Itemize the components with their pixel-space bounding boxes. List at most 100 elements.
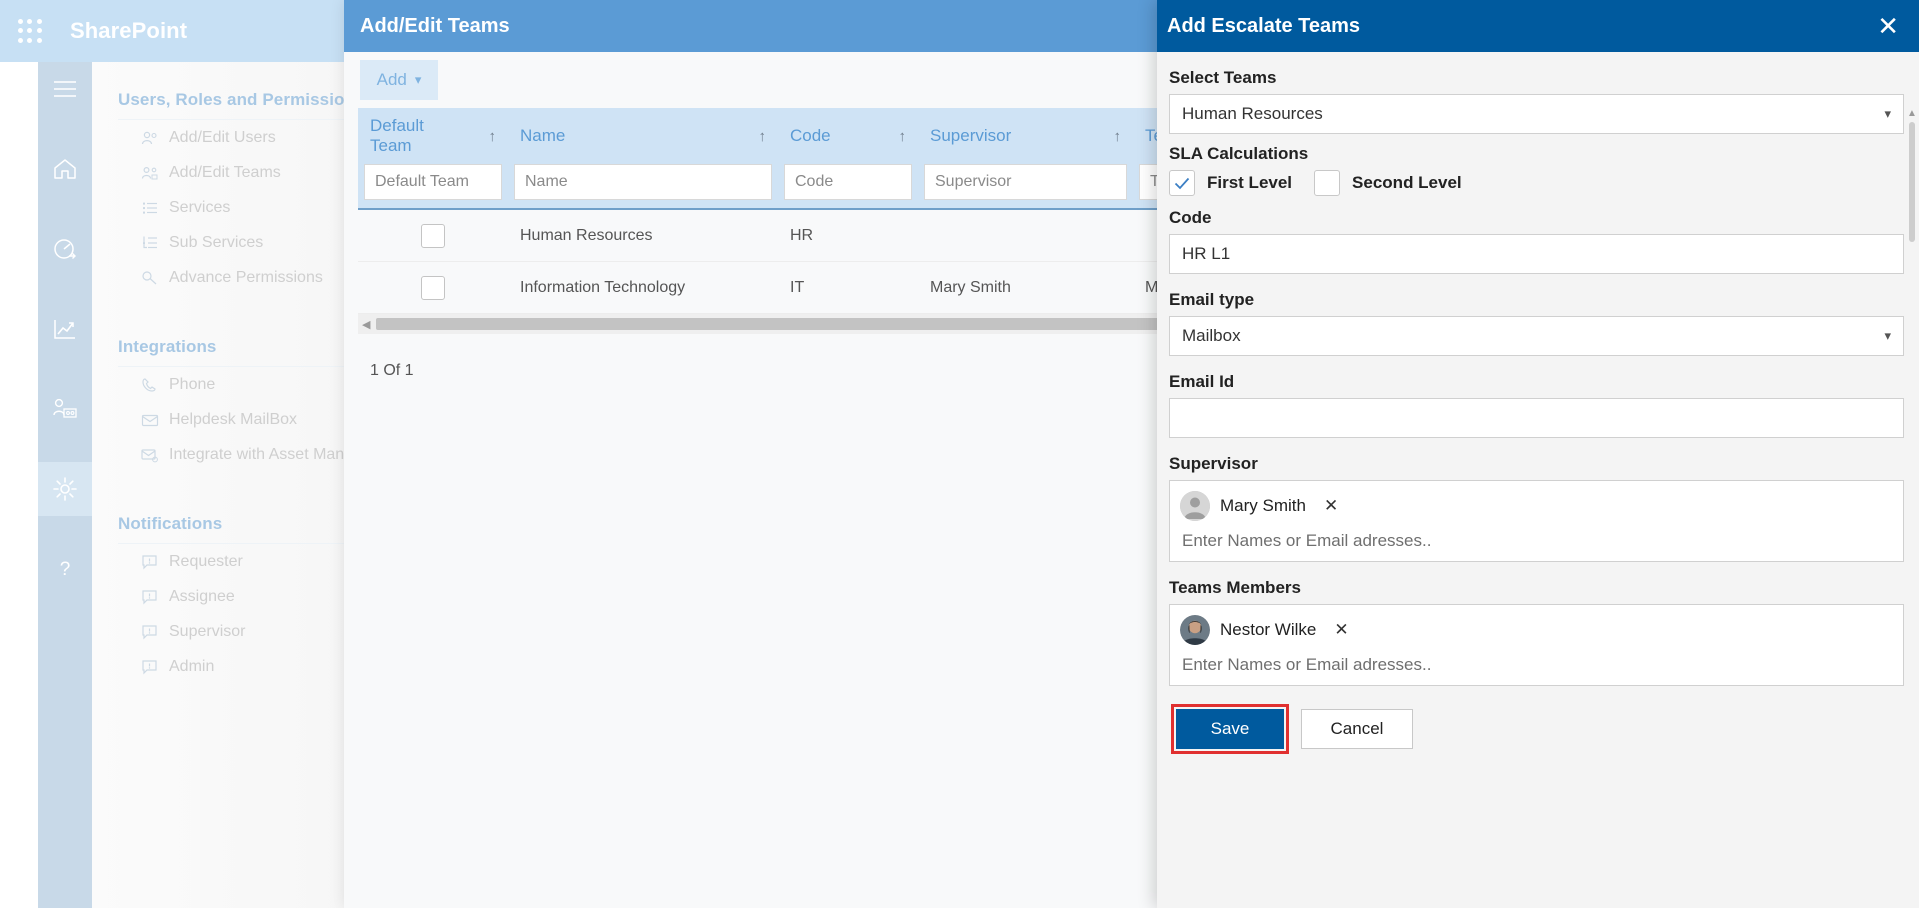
filter-input-name[interactable]	[514, 164, 772, 200]
alert-bubble-icon	[140, 552, 159, 571]
home-icon[interactable]	[38, 142, 92, 196]
hamburger-menu-icon[interactable]	[38, 62, 92, 116]
column-header-code[interactable]: Code ↑	[778, 108, 918, 164]
second-level-label: Second Level	[1352, 173, 1462, 192]
alert-bubble-icon	[140, 622, 159, 641]
list-icon	[140, 198, 159, 217]
phone-icon	[140, 375, 159, 394]
team-member-chip-name: Nestor Wilke	[1220, 620, 1317, 639]
nav-item-label: Supervisor	[169, 622, 246, 640]
second-level-checkbox[interactable]	[1314, 170, 1341, 196]
panel-vertical-scrollbar[interactable]: ▲	[1907, 108, 1917, 908]
column-header-supervisor[interactable]: Supervisor ↑	[918, 108, 1133, 164]
scroll-thumb[interactable]	[1909, 122, 1915, 242]
scroll-up-icon[interactable]: ▲	[1907, 108, 1917, 119]
row-checkbox[interactable]	[421, 223, 445, 248]
rail-spacer-1	[38, 116, 92, 142]
column-label: Supervisor	[930, 126, 1012, 146]
add-button[interactable]: Add ▾	[360, 60, 438, 100]
cell-code: HR	[790, 226, 814, 244]
nav-item-label: Advance Permissions	[169, 268, 323, 286]
supervisor-input-placeholder[interactable]: Enter Names or Email adresses..	[1180, 523, 1893, 553]
nav-item-label: Helpdesk MailBox	[169, 410, 298, 428]
team-member-chip: Nestor Wilke ✕	[1180, 613, 1893, 647]
cell-name: Information Technology	[520, 278, 686, 296]
supervisor-chip: Mary Smith ✕	[1180, 489, 1893, 523]
email-id-label: Email Id	[1169, 372, 1235, 391]
nav-item-label: Admin	[169, 657, 215, 675]
email-id-input[interactable]	[1169, 398, 1904, 438]
supervisor-people-picker[interactable]: Mary Smith ✕ Enter Names or Email adress…	[1169, 480, 1904, 562]
nav-item-label: Assignee	[169, 587, 235, 605]
cell-name: Human Resources	[520, 226, 653, 244]
filter-input-default-team[interactable]	[364, 164, 502, 200]
filter-cell-code	[778, 164, 918, 200]
rail-spacer-5	[38, 436, 92, 462]
remove-supervisor-icon[interactable]: ✕	[1324, 496, 1338, 516]
teams-members-people-picker[interactable]: Nestor Wilke ✕ Enter Names or Email adre…	[1169, 604, 1904, 686]
sort-asc-icon[interactable]: ↑	[489, 128, 497, 145]
email-type-dropdown[interactable]: Mailbox ▾	[1169, 316, 1904, 356]
generic-person-avatar	[1180, 491, 1210, 521]
code-label: Code	[1169, 208, 1212, 227]
cancel-button[interactable]: Cancel	[1301, 709, 1413, 749]
add-button-label: Add	[376, 70, 407, 89]
chevron-down-icon: ▾	[414, 72, 422, 87]
sort-asc-icon[interactable]: ↑	[759, 128, 767, 145]
filter-input-code[interactable]	[784, 164, 912, 200]
close-x-icon[interactable]: ✕	[1877, 13, 1899, 39]
teams-members-label: Teams Members	[1169, 578, 1301, 597]
column-header-name[interactable]: Name ↑	[508, 108, 778, 164]
waffle-grid-icon[interactable]	[16, 17, 44, 45]
key-icon	[140, 268, 159, 287]
icon-rail: ?	[38, 62, 92, 908]
nav-item-label: Add/Edit Users	[169, 128, 276, 146]
team-add-icon	[140, 163, 159, 182]
mail-gear-icon	[140, 445, 159, 464]
rail-spacer-2	[38, 196, 92, 222]
supervisor-label: Supervisor	[1169, 454, 1258, 473]
teams-members-input-placeholder[interactable]: Enter Names or Email adresses..	[1180, 647, 1893, 677]
filter-cell-supervisor	[918, 164, 1133, 200]
row-checkbox-cell	[358, 223, 508, 248]
chevron-down-icon: ▾	[1884, 106, 1891, 121]
panel-action-buttons: Save Cancel	[1169, 704, 1905, 754]
filter-input-supervisor[interactable]	[924, 164, 1127, 200]
select-teams-value: Human Resources	[1182, 104, 1323, 123]
column-header-default-team[interactable]: Default Team ↑	[358, 108, 508, 164]
sublist-icon	[140, 233, 159, 252]
scroll-thumb[interactable]	[376, 318, 1276, 330]
settings-gear-icon[interactable]	[38, 462, 92, 516]
sort-asc-icon[interactable]: ↑	[899, 128, 907, 145]
sharepoint-brand: SharePoint	[70, 18, 188, 43]
cell-supervisor: Mary Smith	[930, 278, 1011, 296]
analytics-chart-icon[interactable]	[38, 302, 92, 356]
dashboard-gauge-icon[interactable]	[38, 222, 92, 276]
panel-title: Add Escalate Teams	[1167, 14, 1361, 37]
users-icon	[140, 128, 159, 147]
first-level-label: First Level	[1207, 173, 1293, 192]
filter-cell-default-team	[358, 164, 508, 200]
help-question-icon[interactable]: ?	[38, 542, 92, 596]
email-type-value: Mailbox	[1182, 326, 1241, 345]
filter-cell-name	[508, 164, 778, 200]
team-people-icon[interactable]	[38, 382, 92, 436]
alert-bubble-icon	[140, 657, 159, 676]
save-button-highlight: Save	[1171, 704, 1289, 754]
nav-item-label: Requester	[169, 552, 243, 570]
nav-item-label: Sub Services	[169, 233, 264, 251]
panel-body: Select Teams Human Resources ▾ SLA Calcu…	[1157, 52, 1919, 908]
first-level-checkbox[interactable]	[1169, 170, 1195, 196]
add-escalate-teams-panel: Add Escalate Teams ✕ Select Teams Human …	[1157, 0, 1919, 908]
remove-team-member-icon[interactable]: ✕	[1334, 620, 1348, 640]
select-teams-dropdown[interactable]: Human Resources ▾	[1169, 94, 1904, 134]
code-input[interactable]: HR L1	[1169, 234, 1904, 274]
page-title: Add/Edit Teams	[360, 14, 510, 37]
scroll-left-icon[interactable]: ◀	[362, 318, 370, 331]
sla-checkbox-row: First Level Second Level	[1169, 170, 1905, 196]
row-checkbox[interactable]	[421, 275, 445, 300]
save-button[interactable]: Save	[1176, 709, 1284, 749]
row-checkbox-cell	[358, 275, 508, 300]
nav-item-label: Add/Edit Teams	[169, 163, 281, 181]
sort-asc-icon[interactable]: ↑	[1114, 128, 1122, 145]
